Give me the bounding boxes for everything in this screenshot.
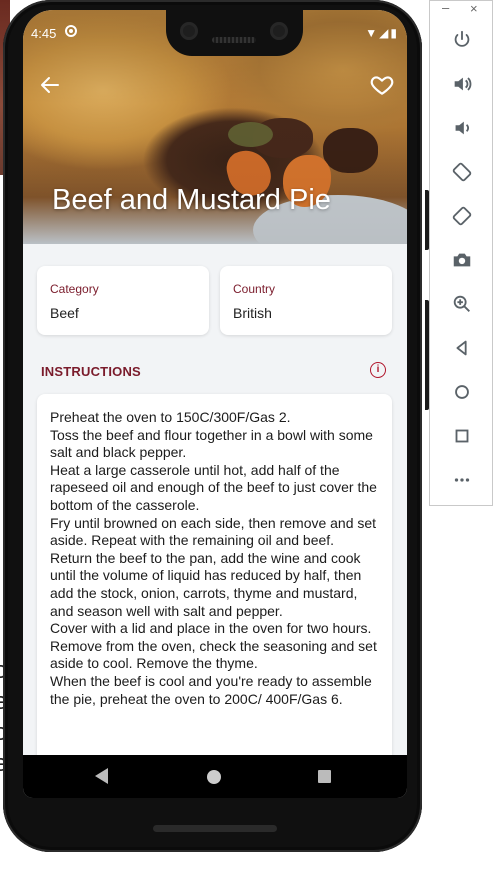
device-screen: 4:45 ▼◢▮ Beef and Mustard Pie Category B… [23,10,407,798]
sync-icon [65,25,77,37]
nav-back-icon[interactable] [95,768,108,784]
status-time: 4:45 [31,26,57,41]
heart-outline-icon [370,76,394,95]
nav-recents-icon[interactable] [318,770,331,783]
nav-home-icon[interactable] [207,770,221,784]
category-card: Category Beef [37,266,209,335]
country-card: Country British [220,266,392,335]
category-value: Beef [50,305,79,321]
status-icons: ▼◢▮ [365,26,399,40]
close-button[interactable]: × [470,1,478,16]
rotate-left-icon[interactable] [450,161,474,185]
power-icon[interactable] [450,29,474,53]
emulator-toolbar: – × [429,0,493,506]
back-icon[interactable] [450,337,474,361]
phone-frame: 4:45 ▼◢▮ Beef and Mustard Pie Category B… [3,0,429,852]
volume-up-icon[interactable] [450,73,474,97]
overview-icon[interactable] [450,425,474,449]
category-label: Category [50,282,99,296]
camera-icon[interactable] [450,249,474,273]
country-value: British [233,305,272,321]
instructions-card[interactable]: Preheat the oven to 150C/300F/Gas 2. Tos… [37,394,392,774]
instructions-text: Preheat the oven to 150C/300F/Gas 2. Tos… [50,409,377,707]
country-label: Country [233,282,276,296]
volume-down-icon[interactable] [450,117,474,141]
status-bar: 4:45 ▼◢▮ [23,10,407,56]
instructions-header: INSTRUCTIONS [41,364,141,379]
home-icon[interactable] [450,381,474,405]
bottom-speaker [153,825,277,832]
arrow-left-icon [41,77,59,93]
android-nav-bar [23,755,407,798]
minimize-button[interactable]: – [442,0,449,15]
favorite-button[interactable] [369,72,395,98]
zoom-icon[interactable] [450,293,474,317]
back-button[interactable] [37,72,63,98]
meal-title: Beef and Mustard Pie [52,184,331,216]
info-circle-icon[interactable]: i [370,362,386,378]
emulator-title-bar: – × [430,0,492,17]
rotate-right-icon[interactable] [450,205,474,229]
more-icon[interactable] [450,469,474,493]
